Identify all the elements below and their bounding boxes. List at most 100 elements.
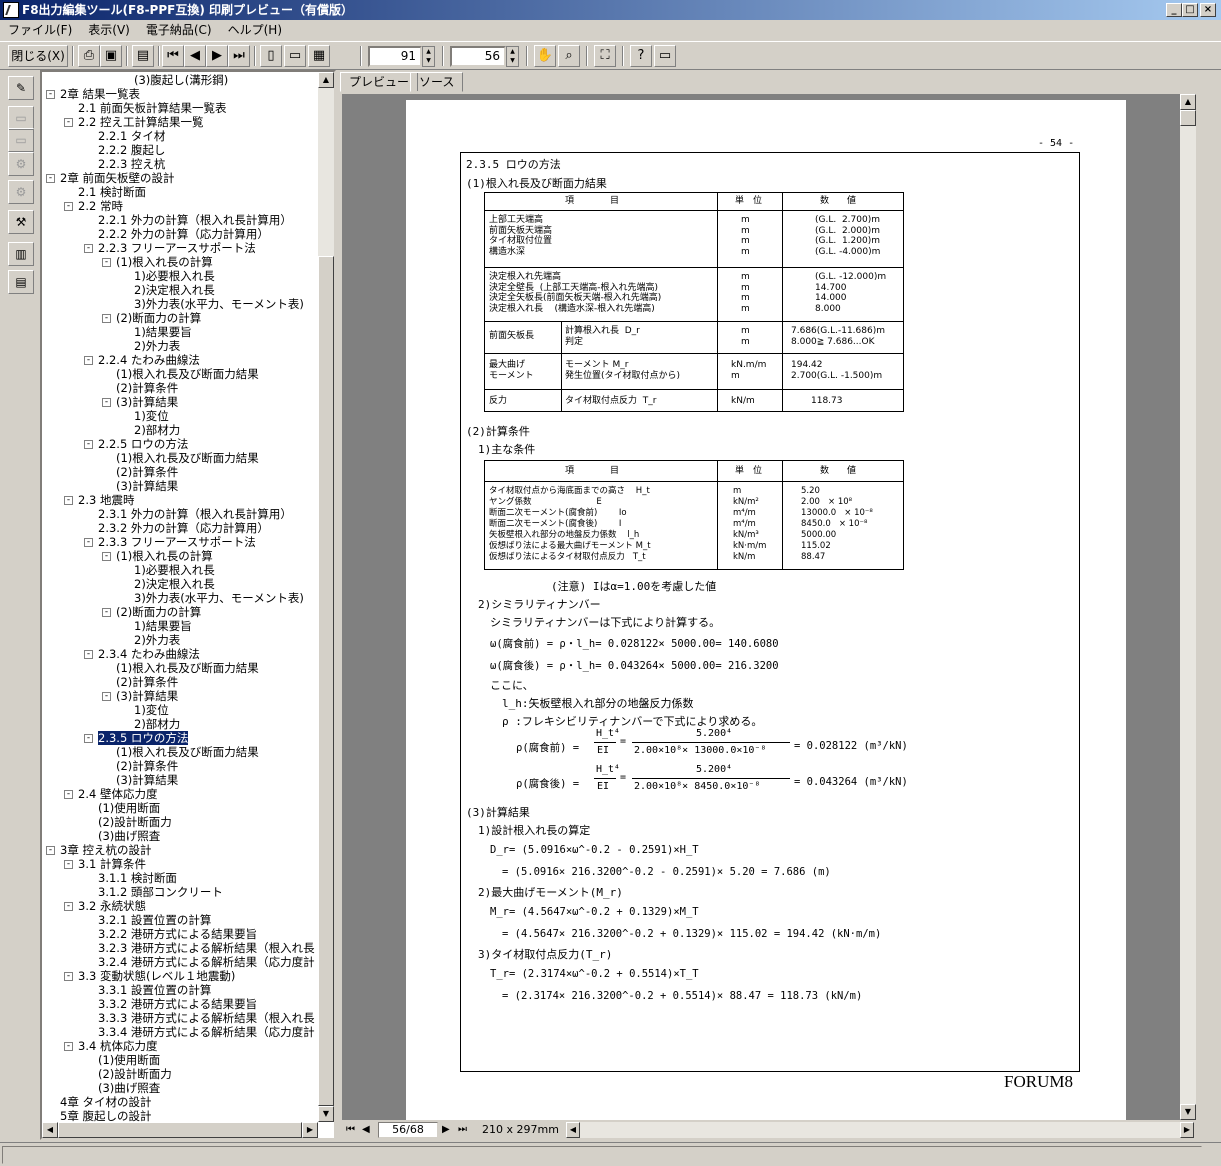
scroll-down-icon[interactable]: ▼ (318, 1106, 334, 1122)
scroll-down-icon[interactable]: ▼ (1180, 1104, 1196, 1120)
tree-item[interactable]: (3)計算結果 (116, 395, 178, 409)
page-indicator[interactable]: 56/68 (378, 1122, 438, 1138)
menu-view[interactable]: 表示(V) (80, 20, 138, 40)
tree-scroll-thumb[interactable] (318, 256, 334, 1106)
menu-help[interactable]: ヘルプ(H) (220, 20, 290, 40)
tree-item[interactable]: 2)外力表 (134, 339, 180, 353)
tree-item[interactable]: 3.1.1 検討断面 (98, 871, 177, 885)
tree-item[interactable]: 2.2 常時 (78, 199, 123, 213)
tree-collapse-icon[interactable]: ▤ (8, 270, 34, 294)
tree-item[interactable]: (1)根入れ長の計算 (116, 549, 213, 563)
tree-expand-icon[interactable]: ▥ (8, 242, 34, 266)
tab-source[interactable]: ソース (410, 72, 464, 92)
last-page-icon[interactable]: ⏭ (458, 1121, 467, 1139)
tree-item[interactable]: (2)設計断面力 (98, 815, 172, 829)
tree-item[interactable]: (1)根入れ長及び断面力結果 (116, 745, 259, 759)
scroll-right-icon[interactable]: ▶ (1180, 1122, 1194, 1138)
tree-item[interactable]: 1)結果要旨 (134, 619, 192, 633)
tree-item[interactable]: (2)断面力の計算 (116, 605, 201, 619)
tree-item[interactable]: (1)根入れ長及び断面力結果 (116, 367, 259, 381)
prev-page-icon[interactable]: ◀ (362, 1121, 370, 1139)
tree-expander-icon[interactable]: - (64, 496, 73, 505)
tree-item[interactable]: 3.3.3 港研方式による解析結果（根入れ長 (98, 1011, 315, 1025)
tree-item[interactable]: (3)計算結果 (116, 479, 178, 493)
last-page-icon[interactable]: ⏭ (228, 45, 250, 67)
tree-item[interactable]: 3.2 永続状態 (78, 899, 146, 913)
tree-expander-icon[interactable]: - (46, 90, 55, 99)
tree-item[interactable]: 3.3.4 港研方式による解析結果（応力度計 (98, 1025, 315, 1039)
tree-item[interactable]: (3)計算結果 (116, 773, 178, 787)
tree-expander-icon[interactable]: - (102, 398, 111, 407)
tree-item[interactable]: 2.2.3 控え杭 (98, 157, 165, 171)
tab-preview[interactable]: プレビュー (340, 72, 419, 92)
about-icon[interactable]: ▭ (654, 45, 676, 67)
tree-item[interactable]: 3.4 杭体応力度 (78, 1039, 157, 1053)
tree-expander-icon[interactable]: - (102, 608, 111, 617)
tree-item[interactable]: 4章 タイ材の設計 (60, 1095, 151, 1109)
tree-item[interactable]: (2)計算条件 (116, 759, 178, 773)
tree-item[interactable]: 5章 腹起しの設計 (60, 1109, 151, 1123)
tree-item[interactable]: (1)根入れ長の計算 (116, 255, 213, 269)
tree-hscroll-thumb[interactable] (58, 1122, 302, 1138)
minimize-button[interactable]: _ (1166, 3, 1182, 17)
close-preview-button[interactable]: 閉じる(X) (8, 45, 68, 67)
tree-expander-icon[interactable]: - (84, 244, 93, 253)
tree-expander-icon[interactable]: - (102, 258, 111, 267)
tree-item[interactable]: (1)使用断面 (98, 801, 160, 815)
tree-expander-icon[interactable]: - (102, 552, 111, 561)
tree-expander-icon[interactable]: - (64, 860, 73, 869)
tree-item[interactable]: 2.1 検討断面 (78, 185, 146, 199)
hand-tool-icon[interactable]: ✋ (534, 45, 556, 67)
tree-item[interactable]: 2.2.2 外力の計算（応力計算用） (98, 227, 269, 241)
tree-vertical-scrollbar[interactable]: ▲ ▼ (318, 72, 334, 1122)
tree-item[interactable]: 1)必要根入れ長 (134, 269, 215, 283)
tree-item[interactable]: 3.1 計算条件 (78, 857, 146, 871)
save-icon[interactable]: ▣ (100, 45, 122, 67)
scroll-right-icon[interactable]: ▶ (302, 1122, 318, 1138)
tree-item[interactable]: 2.2.5 ロウの方法 (98, 437, 188, 451)
tree-item[interactable]: (3)曲げ照査 (98, 829, 160, 843)
tree-item[interactable]: 2)部材力 (134, 717, 180, 731)
preview-area[interactable]: - 54 - 2.3.5 ロウの方法 (1)根入れ長及び断面力結果 項 目 単 … (342, 94, 1196, 1120)
close-window-button[interactable]: × (1200, 3, 1216, 17)
tree-item[interactable]: 2.3.3 フリーアースサポート法 (98, 535, 256, 549)
tree-item[interactable]: 1)必要根入れ長 (134, 563, 215, 577)
tree-item[interactable]: 2)外力表 (134, 633, 180, 647)
tree-item[interactable]: (2)断面力の計算 (116, 311, 201, 325)
tree-item[interactable]: 3)外力表(水平力、モーメント表) (134, 297, 304, 311)
first-page-icon[interactable]: ⏮ (162, 45, 184, 67)
preview-horizontal-scrollbar[interactable] (580, 1122, 1180, 1138)
tree-item[interactable]: (1)根入れ長及び断面力結果 (116, 661, 259, 675)
tree-item[interactable]: 3.2.3 港研方式による解析結果（根入れ長 (98, 941, 315, 955)
tree-item[interactable]: (2)設計断面力 (98, 1067, 172, 1081)
tree-item[interactable]: 2.3.1 外力の計算（根入れ長計算用） (98, 507, 292, 521)
tree-item[interactable]: (1)使用断面 (98, 1053, 160, 1067)
tree-item[interactable]: (2)計算条件 (116, 381, 178, 395)
print-icon[interactable]: ⎙ (78, 45, 100, 67)
page-stepper[interactable]: ▲ ▼ (506, 46, 519, 67)
tree-expander-icon[interactable]: - (64, 1042, 73, 1051)
maximize-button[interactable]: □ (1182, 3, 1198, 17)
multi-page-icon[interactable]: ▦ (308, 45, 330, 67)
next-page-icon[interactable]: ▶ (206, 45, 228, 67)
fit-page-icon[interactable]: ⛶ (594, 45, 616, 67)
tree-item[interactable]: (2)計算条件 (116, 675, 178, 689)
tree-horizontal-scrollbar[interactable]: ◀ ▶ (42, 1122, 318, 1138)
prev-page-icon[interactable]: ◀ (184, 45, 206, 67)
tree-item[interactable]: 2.3.2 外力の計算（応力計算用） (98, 521, 269, 535)
tree-item[interactable]: 3.2.2 港研方式による結果要旨 (98, 927, 257, 941)
tree-item[interactable]: 2章 前面矢板壁の設計 (60, 171, 174, 185)
next-page-icon[interactable]: ▶ (442, 1121, 450, 1139)
tree-item[interactable]: 2.2 控え工計算結果一覧 (78, 115, 203, 129)
tree-item[interactable]: 1)結果要旨 (134, 325, 192, 339)
zoom-input[interactable]: 91 (368, 46, 422, 67)
two-page-icon[interactable]: ▭ (284, 45, 306, 67)
page-input[interactable]: 56 (450, 46, 506, 67)
preview-scroll-thumb[interactable] (1180, 110, 1196, 126)
preview-vertical-scrollbar[interactable]: ▲ ▼ (1180, 94, 1196, 1120)
tree-expander-icon[interactable]: - (84, 440, 93, 449)
tree-item[interactable]: 3)外力表(水平力、モーメント表) (134, 591, 304, 605)
tree-expander-icon[interactable]: - (64, 972, 73, 981)
tree-item[interactable]: 2.4 壁体応力度 (78, 787, 157, 801)
tree-item[interactable]: 2.3.5 ロウの方法 (96, 730, 190, 746)
